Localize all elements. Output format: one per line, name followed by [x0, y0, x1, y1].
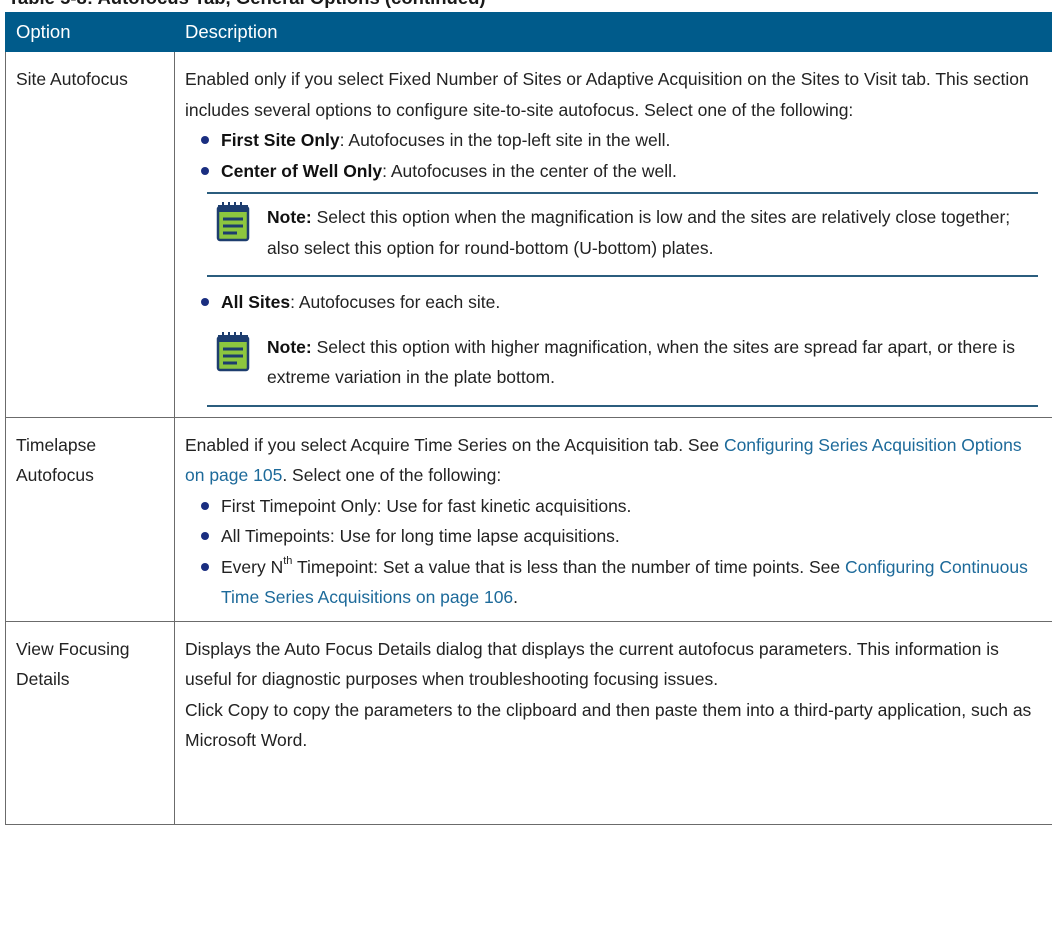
- table-header-row: Option Description: [5, 12, 1052, 52]
- note-box: Note: Select this option when the magnif…: [207, 192, 1038, 277]
- note-text: Note: Select this option with higher mag…: [267, 332, 1038, 393]
- bullet-icon: [201, 501, 209, 510]
- header-description: Description: [174, 12, 1052, 52]
- table-row-view-focusing-details: View Focusing Details Displays the Auto …: [5, 620, 1052, 825]
- bullet-list: First Site Only: Autofocuses in the top-…: [185, 125, 1038, 186]
- description-text: Enabled only if you select Fixed Number …: [185, 69, 1029, 120]
- table-row-timelapse-autofocus: Timelapse Autofocus Enabled if you selec…: [5, 416, 1052, 622]
- bullet-icon: [201, 298, 209, 306]
- note-body: Select this option with higher magnifica…: [267, 336, 1016, 388]
- note-label: Note:: [267, 207, 312, 227]
- list-item: Center of Well Only: Autofocuses in the …: [199, 156, 1038, 187]
- option-cell: Site Autofocus: [5, 51, 175, 418]
- note-box: Note: Select this option with higher mag…: [207, 324, 1038, 407]
- description-text: Enabled if you select Acquire Time Serie…: [185, 430, 1038, 491]
- superscript: th: [283, 554, 293, 567]
- term-description: : Autofocuses for each site.: [290, 292, 501, 312]
- option-name: Timelapse Autofocus: [16, 434, 97, 486]
- option-cell: Timelapse Autofocus: [5, 416, 175, 622]
- sentence-end: .: [513, 587, 519, 607]
- term: Center of Well Only: [221, 160, 383, 181]
- term-description: : Autofocuses in the center of the well.: [382, 160, 677, 181]
- intro-text: Enabled if you select Acquire Time Serie…: [185, 434, 724, 455]
- intro-end-text: . Select one of the following:: [282, 465, 502, 485]
- list-item: Every Nth Timepoint: Set a value that is…: [199, 552, 1038, 613]
- description-text: Click Copy to copy the parameters to the…: [185, 699, 1032, 751]
- list-item-text: Every Nth Timepoint: Set a value that is…: [221, 554, 1028, 607]
- term-description: : Autofocuses in the top-left site in th…: [339, 130, 671, 150]
- description-cell: Displays the Auto Focus Details dialog t…: [174, 620, 1052, 825]
- list-item: First Site Only: Autofocuses in the top-…: [199, 125, 1038, 156]
- option-name: Site Autofocus: [16, 69, 128, 89]
- list-item: First Timepoint Only: Use for fast kinet…: [199, 491, 1038, 522]
- note-label: Note:: [267, 336, 312, 357]
- term: First Site Only: [221, 130, 340, 150]
- bullet-list: All Sites: Autofocuses for each site.: [185, 287, 1038, 318]
- option-name: View Focusing Details: [16, 638, 130, 690]
- list-item-text: All Timepoints: Use for long time lapse …: [221, 526, 620, 546]
- every-n-text: Timepoint: Set a value that is less than…: [292, 556, 845, 577]
- description-cell: Enabled only if you select Fixed Number …: [174, 51, 1052, 418]
- list-item: All Sites: Autofocuses for each site.: [199, 287, 1038, 318]
- bullet-icon: [201, 166, 209, 175]
- note-text: Note: Select this option when the magnif…: [267, 202, 1038, 263]
- description-cell: Enabled if you select Acquire Time Serie…: [174, 416, 1052, 622]
- autofocus-options-table: Option Description Site Autofocus Enable…: [5, 12, 1052, 825]
- header-option: Option: [5, 12, 175, 52]
- bullet-list: First Timepoint Only: Use for fast kinet…: [185, 491, 1038, 613]
- bullet-icon: [201, 136, 209, 144]
- description-text: Displays the Auto Focus Details dialog t…: [185, 638, 999, 690]
- note-icon: [216, 331, 250, 371]
- bullet-icon: [201, 562, 209, 571]
- option-cell: View Focusing Details: [5, 620, 175, 825]
- every-n-prefix: Every N: [221, 556, 284, 577]
- note-body: Select this option when the magnificatio…: [267, 207, 1011, 258]
- note-icon: [216, 202, 250, 242]
- table-row-site-autofocus: Site Autofocus Enabled only if you selec…: [5, 51, 1052, 418]
- list-item-text: First Timepoint Only: Use for fast kinet…: [221, 495, 632, 516]
- bullet-icon: [201, 532, 209, 540]
- list-item: All Timepoints: Use for long time lapse …: [199, 521, 1038, 552]
- term: All Sites: [221, 292, 291, 312]
